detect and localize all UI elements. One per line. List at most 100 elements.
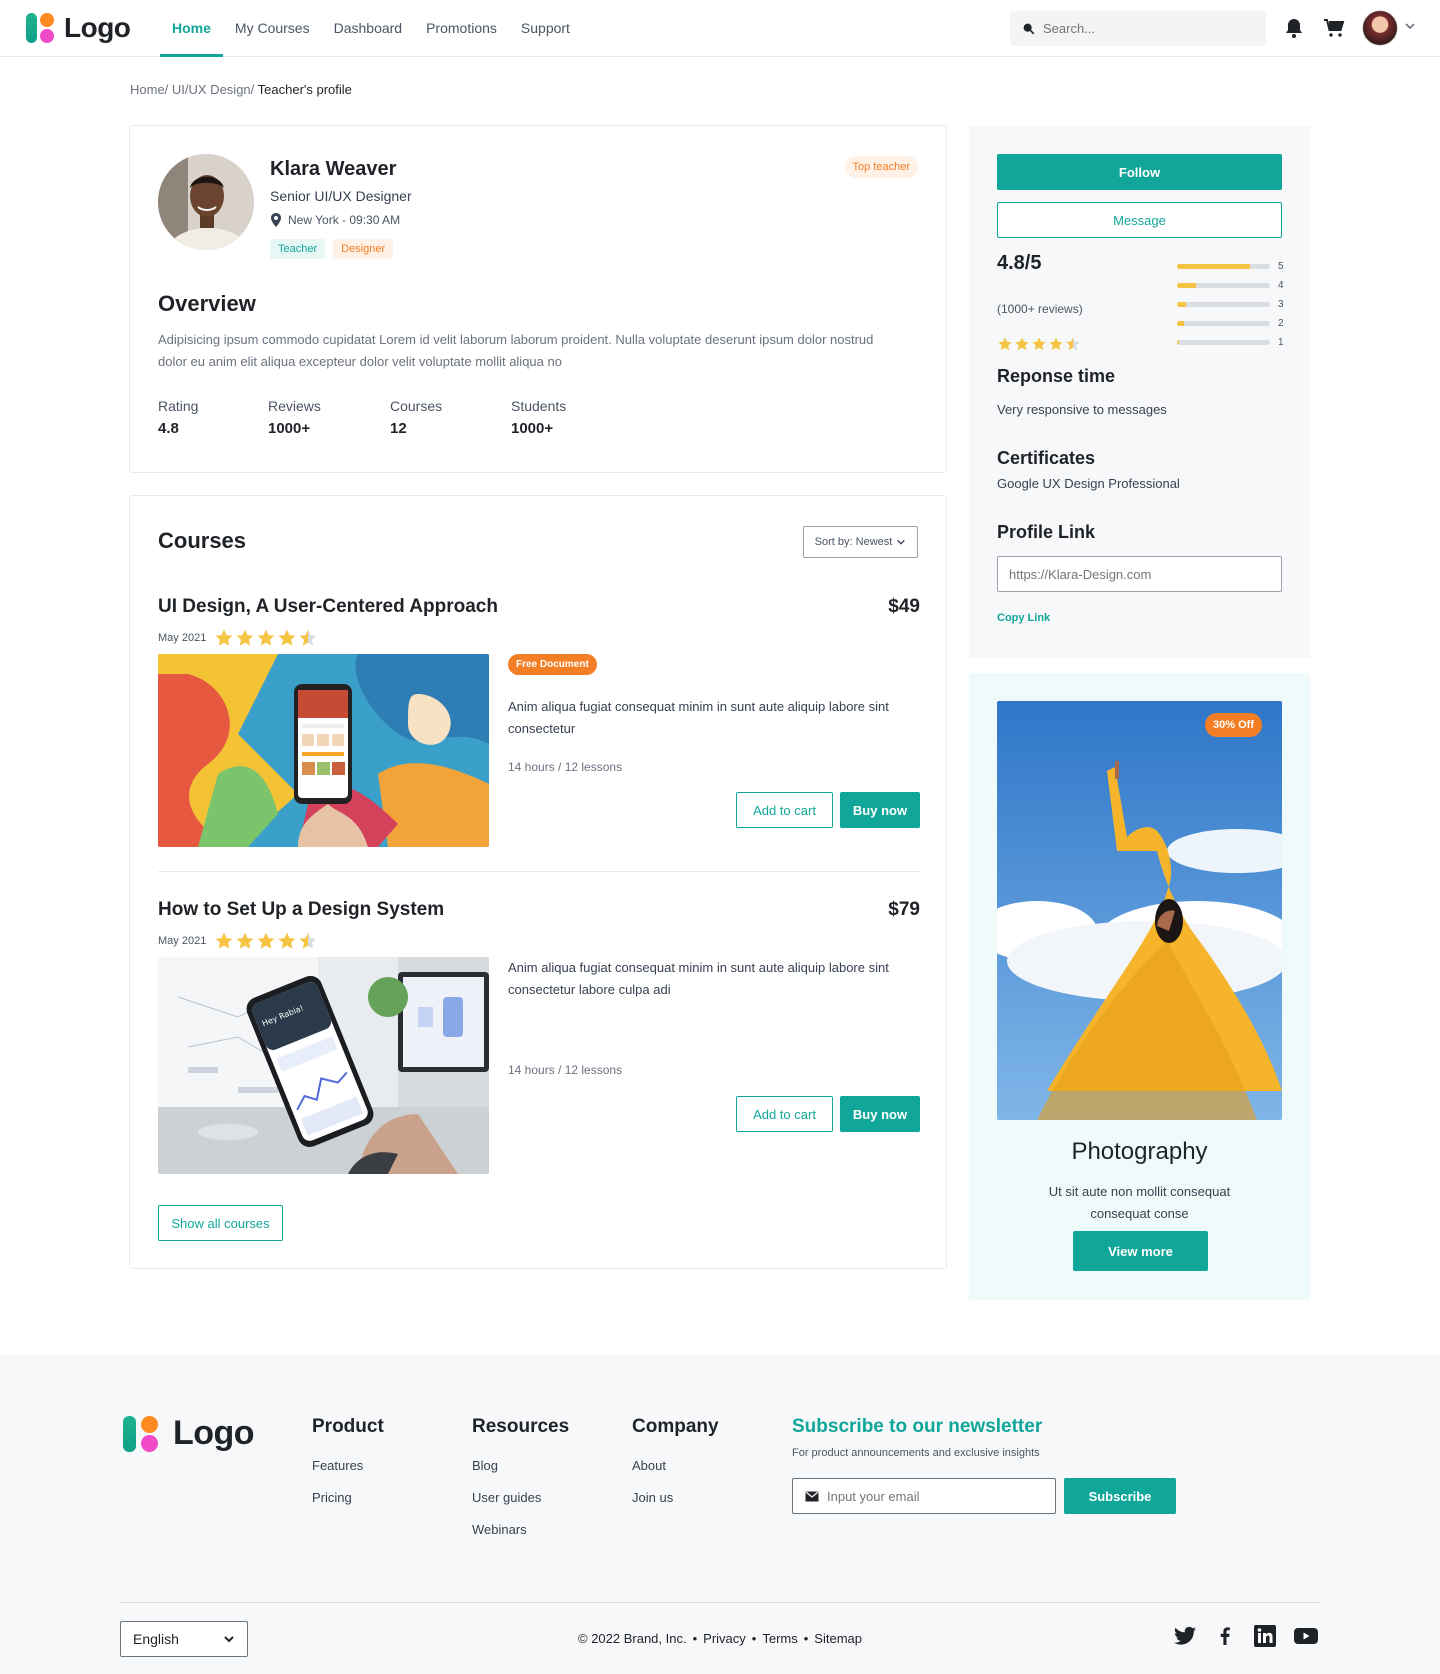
rating-bar-row: 1 xyxy=(1177,333,1286,352)
sort-label: Sort by: Newest xyxy=(814,536,893,548)
breadcrumb-path[interactable]: Home/ UI/UX Design/ xyxy=(130,82,254,97)
search-input[interactable] xyxy=(1043,21,1243,36)
bell-icon[interactable] xyxy=(1282,16,1306,40)
user-avatar[interactable] xyxy=(1362,10,1398,46)
reviews-count: (1000+ reviews) xyxy=(997,302,1083,316)
logo-mark-icon xyxy=(123,1415,163,1453)
rating-bar-row: 3 xyxy=(1177,295,1286,314)
star-icon xyxy=(257,932,275,949)
profile-link-field[interactable] xyxy=(997,556,1282,592)
linkedin-icon[interactable] xyxy=(1253,1624,1277,1648)
subscribe-button[interactable]: Subscribe xyxy=(1064,1478,1176,1514)
course-duration: 14 hours / 12 lessons xyxy=(508,760,623,774)
mail-icon xyxy=(805,1491,819,1501)
chevron-down-icon[interactable] xyxy=(1404,20,1416,32)
sitemap-link[interactable]: Sitemap xyxy=(814,1631,862,1646)
newsletter-title: Subscribe to our newsletter xyxy=(792,1416,1043,1437)
star-icon xyxy=(278,629,296,646)
logo[interactable]: Logo xyxy=(26,12,131,44)
add-to-cart-button[interactable]: Add to cart xyxy=(736,1096,833,1132)
footer-logo[interactable]: Logo xyxy=(123,1414,255,1453)
buy-now-button[interactable]: Buy now xyxy=(840,1096,920,1132)
course-image[interactable]: Hey Rabia! xyxy=(158,957,489,1174)
nav-home[interactable]: Home xyxy=(160,0,223,57)
terms-link[interactable]: Terms xyxy=(762,1631,797,1646)
newsletter-email-input[interactable] xyxy=(827,1488,1027,1504)
footer-link-about[interactable]: About xyxy=(632,1458,719,1473)
course-title[interactable]: How to Set Up a Design System xyxy=(158,899,444,921)
profile-link-title: Profile Link xyxy=(997,522,1096,542)
buy-now-button[interactable]: Buy now xyxy=(840,792,920,828)
certificates-text: Google UX Design Professional xyxy=(997,476,1180,491)
star-icon xyxy=(236,932,254,949)
copy-link-button[interactable]: Copy Link xyxy=(997,612,1050,624)
cart-icon[interactable] xyxy=(1322,16,1346,40)
nav-dashboard[interactable]: Dashboard xyxy=(322,0,415,57)
copyright-text: © 2022 Brand, Inc. xyxy=(578,1631,687,1646)
rating-bar-track xyxy=(1177,321,1270,326)
twitter-icon[interactable] xyxy=(1173,1624,1197,1648)
add-to-cart-button[interactable]: Add to cart xyxy=(736,792,833,828)
free-document-badge: Free Document xyxy=(508,654,597,675)
chevron-down-icon xyxy=(897,539,906,545)
footer-link-pricing[interactable]: Pricing xyxy=(312,1490,384,1505)
footer-link-features[interactable]: Features xyxy=(312,1458,384,1473)
courses-title: Courses xyxy=(158,528,247,553)
star-icon xyxy=(215,932,233,949)
footer-link-blog[interactable]: Blog xyxy=(472,1458,569,1473)
teacher-avatar xyxy=(158,154,254,250)
youtube-icon[interactable] xyxy=(1293,1624,1319,1648)
nav-promotions[interactable]: Promotions xyxy=(414,0,509,57)
facebook-icon[interactable] xyxy=(1213,1624,1237,1648)
course-title[interactable]: UI Design, A User-Centered Approach xyxy=(158,596,498,618)
rating-bar-track xyxy=(1177,264,1270,269)
stat-value: 1000+ xyxy=(511,420,554,437)
newsletter-email-box[interactable] xyxy=(792,1478,1056,1514)
show-all-courses-button[interactable]: Show all courses xyxy=(158,1205,283,1241)
promo-text: Ut sit aute non mollit consequat consequ… xyxy=(1048,1184,1231,1221)
sort-dropdown[interactable]: Sort by: Newest xyxy=(803,526,918,558)
stat-label: Courses xyxy=(390,398,443,414)
stat-courses: Courses 12 xyxy=(390,398,442,437)
promo-title: Photography xyxy=(1071,1138,1208,1165)
course-image[interactable] xyxy=(158,654,489,847)
main-nav: Home My Courses Dashboard Promotions Sup… xyxy=(160,0,582,57)
social-links xyxy=(1173,1624,1319,1648)
star-icon xyxy=(1049,337,1063,351)
nav-my-courses[interactable]: My Courses xyxy=(223,0,322,57)
rating-bar-fill xyxy=(1177,302,1187,307)
course-meta: May 2021 xyxy=(158,931,318,951)
footer-link-webinars[interactable]: Webinars xyxy=(472,1522,569,1537)
courses-card: Courses Sort by: Newest UI Design, A Use… xyxy=(129,495,947,1269)
stat-reviews: Reviews 1000+ xyxy=(268,398,321,437)
course-meta: May 2021 xyxy=(158,628,318,648)
course-description: Anim aliqua fugiat consequat minim in su… xyxy=(508,960,889,997)
stat-value: 1000+ xyxy=(268,420,311,437)
message-button[interactable]: Message xyxy=(997,202,1282,238)
course-rating-stars xyxy=(214,628,318,648)
view-more-button[interactable]: View more xyxy=(1073,1231,1208,1271)
overview-text: Adipisicing ipsum commodo cupidatat Lore… xyxy=(158,332,874,369)
top-teacher-badge: Top teacher xyxy=(844,156,918,178)
privacy-link[interactable]: Privacy xyxy=(703,1631,746,1646)
follow-button[interactable]: Follow xyxy=(997,154,1282,190)
teacher-sidebar: Follow Message 4.8/5 (1000+ reviews) 5 4 3… xyxy=(969,126,1310,658)
rating-bar-track xyxy=(1177,283,1270,288)
course-date: May 2021 xyxy=(158,935,207,947)
footer-divider xyxy=(120,1602,1320,1603)
tag-teacher: Teacher xyxy=(270,239,326,259)
rating-stars xyxy=(997,336,1081,352)
rating-bar-label: 5 xyxy=(1278,261,1284,272)
teacher-location: New York - 09:30 AM xyxy=(270,213,400,227)
nav-support[interactable]: Support xyxy=(509,0,582,57)
stat-label: Rating xyxy=(158,398,199,414)
footer-link-user-guides[interactable]: User guides xyxy=(472,1490,569,1505)
course-divider xyxy=(158,871,920,872)
search-box[interactable] xyxy=(1010,11,1266,46)
footer-link-join-us[interactable]: Join us xyxy=(632,1490,719,1505)
promo-image[interactable]: 30% Off xyxy=(997,701,1282,1120)
rating-bar-row: 2 xyxy=(1177,314,1286,333)
response-time-text: Very responsive to messages xyxy=(997,402,1167,417)
rating-bar-label: 4 xyxy=(1278,280,1284,291)
certificates-title: Certificates xyxy=(997,448,1096,468)
